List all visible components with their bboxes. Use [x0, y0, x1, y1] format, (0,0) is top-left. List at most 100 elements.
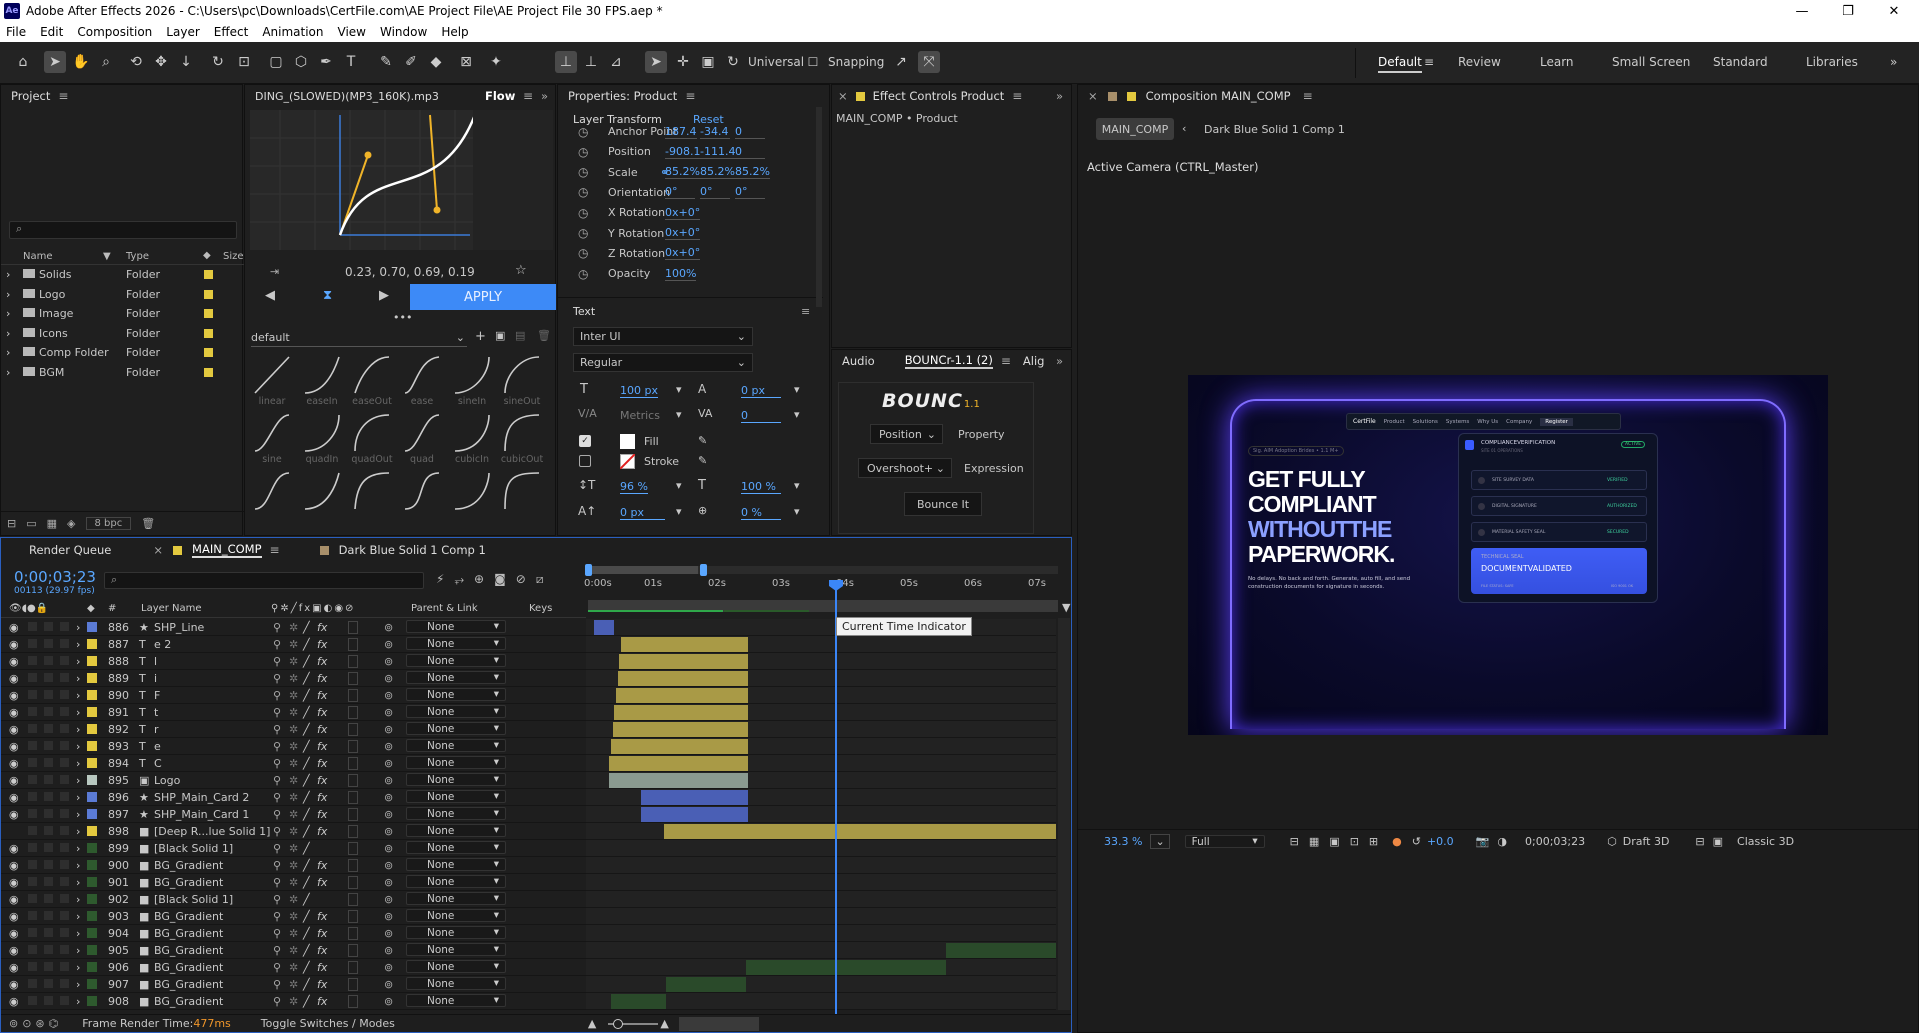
close-tab-icon[interactable]: × [838, 89, 848, 103]
work-area-bar[interactable] [585, 564, 1058, 576]
audio-switch[interactable] [28, 962, 37, 971]
expand-arrow-icon[interactable]: › [76, 655, 80, 668]
visibility-eye-icon[interactable]: ◉ [9, 740, 19, 753]
show-snapshot-icon[interactable]: ◑ [1497, 835, 1507, 848]
layer-track[interactable] [586, 704, 1056, 721]
audio-switch[interactable] [28, 690, 37, 699]
layer-row[interactable]: ◉ › 892 Tr ⚲ ✲ ╱ fx ⊚ None [1, 721, 586, 738]
tab-dark-blue-solid[interactable]: Dark Blue Solid 1 Comp 1 [339, 543, 486, 557]
panel-menu-icon[interactable]: ≡ [1303, 89, 1313, 103]
layer-row[interactable]: › 898 ■ [Deep R...lue Solid 1] ⚲ ✲ ╱ fx ⊚ None [1, 823, 586, 840]
expand-arrow-icon[interactable]: › [76, 638, 80, 651]
effects-switch-icon[interactable]: fx [317, 808, 327, 821]
effects-switch-icon[interactable]: fx [317, 757, 327, 770]
curve-preset[interactable]: quad [399, 413, 445, 469]
lock-switch[interactable] [60, 639, 69, 648]
add-preset-icon[interactable]: + [475, 329, 486, 344]
menu-layer[interactable]: Layer [166, 25, 199, 39]
timeline-horizontal-scrollbar[interactable] [678, 1016, 759, 1031]
visibility-eye-icon[interactable]: ◉ [9, 893, 19, 906]
visibility-eye-icon[interactable]: ◉ [9, 757, 19, 770]
parent-select[interactable]: None [406, 824, 506, 837]
expand-arrow-icon[interactable]: › [76, 842, 80, 855]
motion-blur-switch[interactable] [348, 723, 358, 736]
layer-row[interactable]: ◉ › 906 ■ BG_Gradient ⚲ ✲ ╱ fx ⊚ None [1, 959, 586, 976]
parent-pickwhip-icon[interactable]: ⊚ [384, 672, 393, 685]
stopwatch-icon[interactable]: ◷ [578, 125, 588, 139]
audio-switch[interactable] [28, 928, 37, 937]
expand-arrow-icon[interactable]: › [76, 689, 80, 702]
visibility-eye-icon[interactable]: ◉ [9, 621, 19, 634]
project-item[interactable]: › BGM Folder [1, 364, 242, 381]
quality-switch-icon[interactable]: ╱ [303, 706, 310, 719]
layer-row[interactable]: ◉ › 907 ■ BG_Gradient ⚲ ✲ ╱ fx ⊚ None [1, 976, 586, 993]
parent-select[interactable]: None [406, 994, 506, 1007]
parent-select[interactable]: None [406, 620, 506, 633]
parent-pickwhip-icon[interactable]: ⊚ [384, 893, 393, 906]
visibility-eye-icon[interactable]: ◉ [9, 995, 19, 1008]
layer-row[interactable]: ◉ › 893 Te ⚲ ✲ ╱ fx ⊚ None [1, 738, 586, 755]
expand-arrow-icon[interactable]: › [76, 859, 80, 872]
effects-switch-icon[interactable]: fx [317, 978, 327, 991]
effects-switch-icon[interactable]: fx [317, 774, 327, 787]
parent-select[interactable]: None [406, 926, 506, 939]
tab-bouncr[interactable]: BOUNCr-1.1 (2) [904, 353, 993, 369]
overshoot-select[interactable]: Overshoot+ ⌄ [858, 458, 952, 478]
rotate-tool-icon[interactable]: ↻ [207, 51, 229, 73]
kerning-value[interactable]: 0 [741, 409, 781, 423]
label-color-icon[interactable] [87, 826, 97, 836]
lock-switch[interactable] [60, 826, 69, 835]
layer-name[interactable]: [Black Solid 1] [154, 893, 233, 906]
view-layout-icon[interactable]: ⊟ [1695, 835, 1704, 848]
property-value[interactable]: 187.4 [665, 125, 697, 139]
motion-blur-switch[interactable] [348, 859, 358, 872]
workspace-small-screen[interactable]: Small Screen [1612, 55, 1690, 69]
layer-row[interactable]: ◉ › 903 ■ BG_Gradient ⚲ ✲ ╱ fx ⊚ None [1, 908, 586, 925]
3d-rotate-icon[interactable]: ↻ [722, 51, 744, 73]
tab-align[interactable]: Alig [1023, 354, 1045, 368]
quality-switch-icon[interactable]: ╱ [303, 757, 310, 770]
layer-name[interactable]: t [154, 706, 158, 719]
breadcrumb-main-comp[interactable]: MAIN_COMP [1096, 118, 1174, 140]
effects-switch-icon[interactable]: fx [317, 944, 327, 957]
lock-switch[interactable] [60, 775, 69, 784]
effects-switch-icon[interactable]: fx [317, 995, 327, 1008]
solo-switch[interactable] [44, 843, 53, 852]
visibility-eye-icon[interactable]: ◉ [9, 655, 19, 668]
label-color-icon[interactable] [87, 639, 97, 649]
expand-arrow-icon[interactable]: › [6, 288, 10, 301]
project-item[interactable]: › Logo Folder [1, 286, 242, 303]
menu-edit[interactable]: Edit [40, 25, 63, 39]
collapse-switch-icon[interactable]: ✲ [289, 961, 298, 974]
shy-switch-icon[interactable]: ⚲ [273, 808, 281, 821]
parent-select[interactable]: None [406, 790, 506, 803]
layer-row[interactable]: ◉ › 901 ■ BG_Gradient ⚲ ✲ ╱ fx ⊚ None [1, 874, 586, 891]
effects-switch-icon[interactable]: fx [317, 672, 327, 685]
parent-select[interactable]: None [406, 909, 506, 922]
project-search-input[interactable]: ⌕ [9, 221, 237, 239]
transparency-grid-icon[interactable]: ▦ [1309, 835, 1319, 848]
apply-button[interactable]: APPLY [410, 284, 556, 310]
layer-row[interactable]: ◉ › 891 Tt ⚲ ✲ ╱ fx ⊚ None [1, 704, 586, 721]
layer-name[interactable]: BG_Gradient [154, 859, 223, 872]
layer-row[interactable]: ◉ › 894 T C ⚲ ✲ ╱ fx ⊚ None [1, 755, 586, 772]
layer-row[interactable]: ◉ › 900 ■ BG_Gradient ⚲ ✲ ╱ fx ⊚ None [1, 857, 586, 874]
visibility-eye-icon[interactable]: ◉ [9, 944, 19, 957]
layer-track[interactable] [586, 636, 1056, 653]
quality-switch-icon[interactable]: ╱ [303, 638, 310, 651]
parent-select[interactable]: None [406, 943, 506, 956]
lock-switch[interactable] [60, 979, 69, 988]
lock-switch[interactable] [60, 724, 69, 733]
lock-switch[interactable] [60, 690, 69, 699]
project-item[interactable]: › Comp Folder Folder [1, 344, 242, 361]
collapse-switch-icon[interactable]: ✲ [289, 723, 298, 736]
parent-pickwhip-icon[interactable]: ⊚ [384, 740, 393, 753]
effects-switch-icon[interactable]: fx [317, 655, 327, 668]
workspace-libraries[interactable]: Libraries [1806, 55, 1858, 69]
tracking-value[interactable]: 0 px [741, 384, 781, 398]
shy-switch-icon[interactable]: ⚲ [273, 893, 281, 906]
layer-track[interactable] [586, 738, 1056, 755]
layer-track[interactable] [586, 789, 1056, 806]
chevron-down-icon[interactable]: ▾ [794, 383, 800, 396]
audio-switch[interactable] [28, 673, 37, 682]
